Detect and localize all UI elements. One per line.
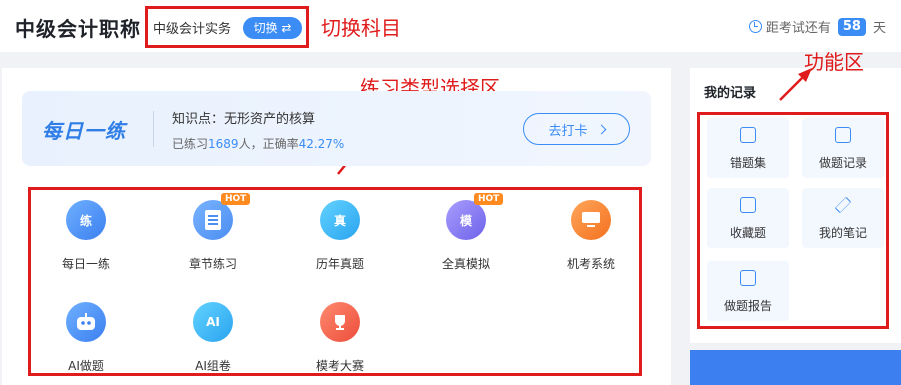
practice-tile-chapter[interactable]: HOT 章节练习 — [173, 193, 253, 272]
ai-glyph: AI — [206, 315, 220, 329]
accuracy-rate: 42.27% — [298, 137, 345, 151]
practice-tile-daily[interactable]: 练 每日一练 — [46, 200, 126, 272]
report-icon — [740, 270, 756, 286]
practiced-count: 1689 — [208, 137, 239, 151]
practice-tile-past-exams[interactable]: 真 历年真题 — [300, 200, 380, 272]
record-label: 做题报告 — [723, 299, 772, 313]
tile-label: 模考大赛 — [315, 359, 364, 373]
record-label: 我的笔记 — [818, 226, 867, 240]
countdown-days: 58 — [837, 17, 866, 36]
mock-glyph: 模 — [459, 213, 472, 228]
record-label: 错题集 — [729, 156, 766, 170]
practice-tile-ai-paper[interactable]: AI AI组卷 — [173, 302, 253, 374]
practice-tile-mock-contest[interactable]: 模考大赛 — [300, 302, 380, 374]
monitor-glyph — [582, 212, 600, 227]
hot-badge: HOT — [474, 193, 504, 205]
knowledge-point: 知识点：无形资产的核算 — [172, 112, 316, 127]
record-tile-report[interactable]: 做题报告 — [707, 261, 789, 321]
note-pen-icon — [834, 196, 852, 214]
record-tile-notes[interactable]: 我的笔记 — [802, 188, 884, 248]
tile-label: 历年真题 — [315, 257, 364, 271]
practice-glyph: 练 — [79, 213, 92, 228]
practice-icon: 练 — [66, 200, 106, 240]
practice-type-area: 练 每日一练 HOT 章节练习 真 历年真题 模 HOT 全真模拟 机考系统 A… — [28, 187, 642, 376]
tile-label: 全真模拟 — [441, 257, 490, 271]
subject-switcher-annotation-box: 中级会计实务 切换 ⇄ — [145, 6, 309, 48]
hot-badge: HOT — [221, 193, 251, 205]
daily-practice-title: 每日一练 — [42, 119, 126, 143]
robot-icon — [66, 302, 106, 342]
switch-subject-button[interactable]: 切换 ⇄ — [243, 17, 302, 39]
document-icon — [193, 200, 233, 240]
records-title: 我的记录 — [704, 86, 757, 101]
promo-banner[interactable] — [690, 350, 901, 385]
clock-icon — [748, 20, 762, 33]
practice-tile-computer-exam[interactable]: 机考系统 — [551, 200, 631, 272]
document-glyph — [205, 210, 221, 230]
ai-paper-icon: AI — [193, 302, 233, 342]
tile-label: 章节练习 — [188, 257, 237, 271]
countdown-suffix: 天 — [872, 21, 886, 36]
computer-icon — [571, 200, 611, 240]
exam-countdown: 距考试还有 58 天 — [748, 17, 886, 36]
practice-tile-mock[interactable]: 模 HOT 全真模拟 — [426, 193, 506, 272]
record-tile-favorites[interactable]: 收藏题 — [707, 188, 789, 248]
robot-glyph — [77, 313, 95, 330]
countdown-prefix: 距考试还有 — [765, 21, 831, 36]
daily-practice-banner[interactable]: 每日一练 知识点：无形资产的核算 已练习1689人，正确率42.27% 去打卡 — [22, 91, 651, 166]
top-bar: 中级会计职称 中级会计实务 切换 ⇄ 切换科目 距考试还有 58 天 — [0, 0, 901, 52]
record-label: 收藏题 — [729, 226, 766, 240]
tile-label: 机考系统 — [566, 257, 615, 271]
stats-mid: 人，正确率 — [238, 137, 299, 151]
wrong-book-icon — [740, 127, 756, 143]
tile-label: AI组卷 — [195, 359, 231, 373]
app-title: 中级会计职称 — [15, 17, 141, 41]
clock-in-label: 去打卡 — [548, 123, 588, 139]
chevron-right-icon — [596, 124, 606, 134]
record-label: 做题记录 — [818, 156, 867, 170]
favorite-icon — [740, 197, 756, 213]
clock-in-button[interactable]: 去打卡 — [523, 113, 630, 145]
current-subject: 中级会计实务 — [153, 22, 232, 37]
practice-stats: 已练习1689人，正确率42.27% — [172, 135, 344, 152]
annotation-switch-subject: 切换科目 — [321, 16, 401, 40]
function-area: 错题集 做题记录 收藏题 我的笔记 做题报告 — [697, 112, 889, 329]
history-icon — [835, 127, 851, 143]
exam-glyph: 真 — [333, 213, 346, 228]
tile-label: 每日一练 — [61, 257, 110, 271]
trophy-icon — [320, 302, 360, 342]
mock-exam-icon: 模 — [446, 200, 486, 240]
stats-prefix: 已练习 — [172, 137, 209, 151]
record-tile-history[interactable]: 做题记录 — [802, 118, 884, 178]
divider — [153, 111, 154, 147]
annotation-arrow-function — [779, 68, 812, 101]
exam-paper-icon: 真 — [320, 200, 360, 240]
record-tile-wrong-questions[interactable]: 错题集 — [707, 118, 789, 178]
tile-label: AI做题 — [68, 359, 104, 373]
trophy-glyph — [335, 315, 345, 330]
practice-tile-ai-practice[interactable]: AI做题 — [46, 302, 126, 374]
